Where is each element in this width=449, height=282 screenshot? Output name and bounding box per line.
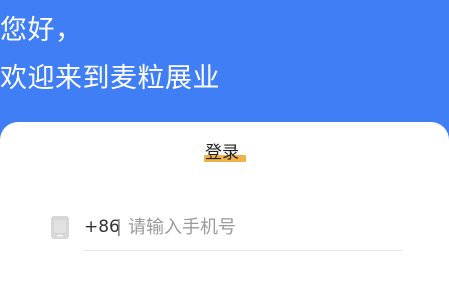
phone-input-underline — [84, 250, 402, 251]
country-code[interactable]: +86 — [84, 216, 120, 238]
greeting-text: 您好， — [0, 15, 83, 46]
welcome-text: 欢迎来到麦粒展业 — [0, 63, 220, 94]
login-card: 登录 +86 | — [0, 122, 449, 282]
phone-number-input[interactable] — [128, 213, 388, 241]
login-tab-label: 登录 — [205, 143, 239, 163]
input-divider: | — [116, 217, 122, 237]
phone-icon — [50, 215, 70, 240]
welcome-header: 您好， 欢迎来到麦粒展业 — [0, 0, 449, 140]
login-tab[interactable]: 登录 — [204, 142, 246, 166]
phone-input-row[interactable]: +86 | — [48, 210, 404, 252]
